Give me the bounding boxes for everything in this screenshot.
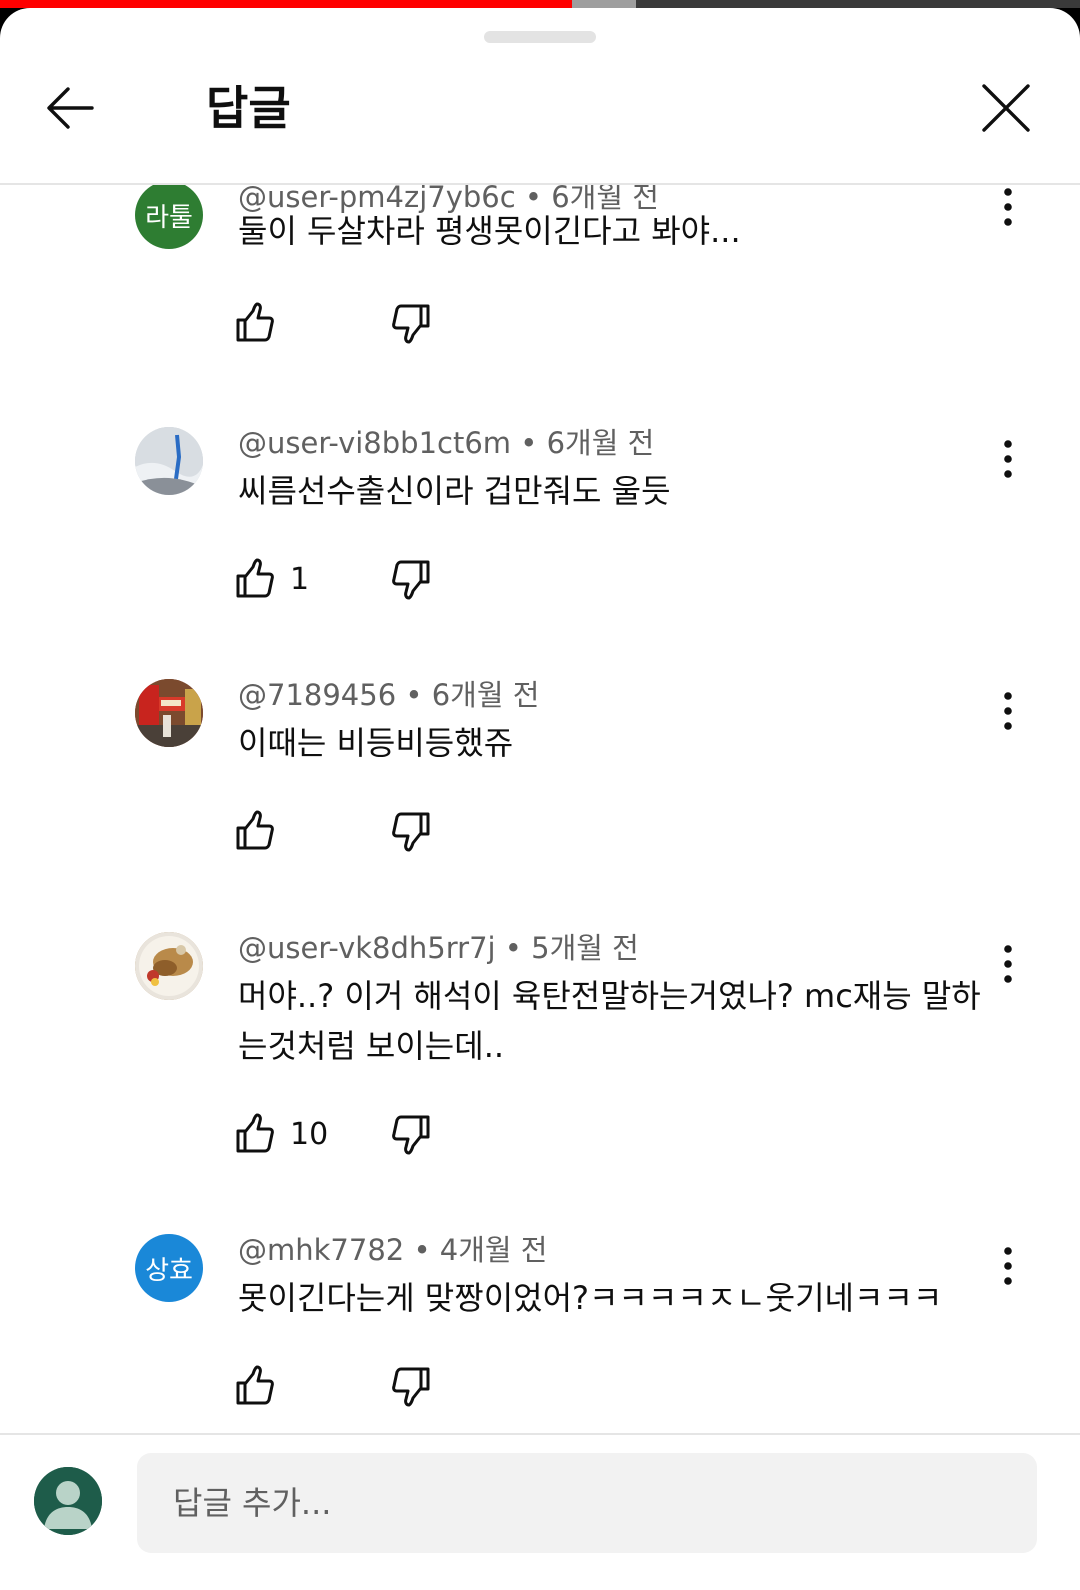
more-options-button[interactable] (990, 934, 1026, 994)
thumbs-up-icon (236, 558, 274, 598)
video-progress-bar[interactable] (0, 0, 1080, 8)
comment-text: 이때는 비등비등했쥬 (238, 724, 514, 762)
comment-time: 5개월 전 (531, 931, 639, 965)
comment-author[interactable]: @user-vk8dh5rr7j (238, 931, 496, 965)
comment-text: 둘이 두살차라 평생못이긴다고 봐야... (238, 212, 741, 250)
comment-meta: @user-vi8bb1ct6m • 6개월 전 (238, 423, 654, 463)
dislike-button[interactable] (388, 1356, 436, 1416)
meta-separator: • (405, 678, 432, 712)
comment-meta: @7189456 • 6개월 전 (238, 675, 539, 715)
comment-text: 씨름선수출신이라 겁만줘도 울듯 (238, 472, 671, 510)
meta-separator: • (413, 1233, 440, 1267)
thumbs-up-icon (236, 1113, 274, 1153)
comment-text: 머야..? 이거 해석이 육탄전말하는거였나? mc재능 말하는것처럼 보이는데… (238, 977, 981, 1065)
comment-time: 6개월 전 (431, 678, 540, 712)
comment-time: 4개월 전 (439, 1233, 548, 1267)
more-vert-icon (1004, 945, 1012, 983)
thumbs-up-icon (236, 810, 274, 850)
comment-meta: @mhk7782 • 4개월 전 (238, 1230, 548, 1270)
dislike-button[interactable] (388, 801, 436, 861)
more-vert-icon (1004, 188, 1012, 226)
thumbs-down-icon (392, 1115, 430, 1155)
avatar[interactable] (135, 932, 203, 1000)
meta-separator: • (504, 931, 532, 965)
comment-time: 6개월 전 (546, 426, 655, 460)
like-button[interactable]: 1 (230, 549, 309, 609)
user-icon (34, 1467, 102, 1535)
like-button[interactable] (230, 293, 290, 353)
dislike-button[interactable] (388, 293, 436, 353)
thumbs-up-icon (236, 1365, 274, 1405)
page-title: 답글 (206, 81, 291, 135)
avatar[interactable] (135, 427, 203, 495)
dislike-button[interactable] (388, 1104, 436, 1164)
thumbs-down-icon (392, 560, 430, 600)
like-button[interactable] (230, 801, 290, 861)
my-avatar[interactable] (34, 1467, 102, 1535)
avatar-photo (135, 932, 203, 1000)
comment-meta: @user-vk8dh5rr7j • 5개월 전 (238, 928, 639, 968)
thumbs-up-icon (236, 302, 274, 342)
avatar-photo (135, 679, 203, 747)
comment-author[interactable]: @user-vi8bb1ct6m (238, 426, 511, 460)
more-vert-icon (1004, 440, 1012, 478)
like-count: 1 (290, 561, 310, 597)
more-options-button[interactable] (990, 1236, 1026, 1296)
comment-text: 못이긴다는게 맞짱이었어?ㅋㅋㅋㅋㅈㄴ웃기네ㅋㅋㅋ (238, 1279, 943, 1317)
avatar-initials: 상효 (145, 1255, 193, 1286)
avatar-photo (135, 427, 203, 495)
thumbs-down-icon (392, 304, 430, 344)
avatar[interactable] (135, 679, 203, 747)
replies-list[interactable]: 라툴 @user-pm4zj7yb6c • 6개월 전 둘이 두살차라 평생못이… (0, 185, 1080, 1443)
more-vert-icon (1004, 692, 1012, 730)
avatar-initials: 라툴 (145, 202, 193, 233)
more-options-button[interactable] (990, 185, 1026, 237)
avatar[interactable]: 상효 (135, 1234, 203, 1302)
reply-input[interactable] (137, 1453, 1037, 1553)
thumbs-down-icon (392, 1367, 430, 1407)
more-options-button[interactable] (990, 429, 1026, 489)
replies-sheet: 답글 라툴 @user-pm4zj7yb6c • 6개월 전 둘이 두살차라 평… (0, 8, 1080, 1590)
close-icon (982, 84, 1030, 132)
video-buffer-fill (572, 0, 636, 8)
more-options-button[interactable] (990, 681, 1026, 741)
close-button[interactable] (972, 74, 1040, 142)
thumbs-down-icon (392, 812, 430, 852)
like-count: 10 (290, 1116, 329, 1152)
reply-composer (0, 1435, 1080, 1590)
drag-handle[interactable] (484, 31, 596, 43)
more-vert-icon (1004, 1247, 1012, 1285)
video-progress-fill (0, 0, 573, 8)
dislike-button[interactable] (388, 549, 436, 609)
like-button[interactable] (230, 1356, 290, 1416)
comment-author[interactable]: @7189456 (238, 678, 396, 712)
meta-separator: • (520, 426, 547, 460)
sheet-header: 답글 (0, 48, 1080, 184)
like-button[interactable]: 10 (230, 1104, 328, 1164)
avatar[interactable]: 라툴 (135, 185, 203, 249)
back-button[interactable] (36, 74, 104, 142)
arrow-left-icon (47, 87, 94, 129)
comment-author[interactable]: @mhk7782 (238, 1233, 404, 1267)
